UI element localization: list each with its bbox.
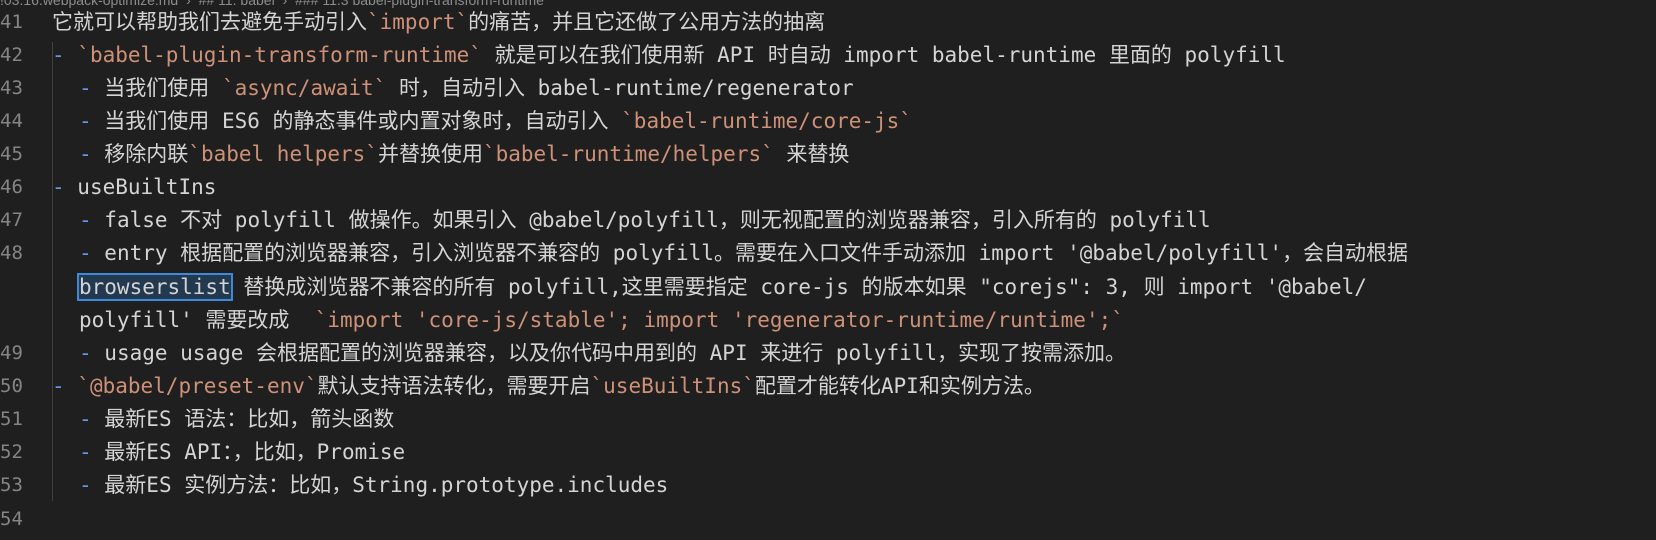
line-text: - 当我们使用 `async/await` 时，自动引入 babel-runti… [79,72,854,105]
line-number: 53 [0,474,23,496]
line-number: 44 [0,110,23,132]
editor-line[interactable]: 49 - usage usage 会根据配置的浏览器兼容，以及你代码中用到的 AP… [0,337,1656,370]
list-bullet: - [79,76,105,100]
inline-code: `babel-runtime/helpers` [482,142,774,166]
inline-code: `@babel/preset-env` [77,374,318,398]
line-text: - entry 根据配置的浏览器兼容，引入浏览器不兼容的 polyfill。需要… [79,237,1408,270]
text-segment: 就是可以在我们使用新 API 时自动 import babel-runtime … [481,43,1286,67]
text-segment: useBuiltIns [77,175,217,199]
line-text: - 当我们使用 ES6 的静态事件或内置对象时，自动引入 `babel-runt… [79,105,912,138]
line-text: - `babel-plugin-transform-runtime` 就是可以在… [52,39,1286,72]
inline-code: `useBuiltIns` [590,374,755,398]
editor-line[interactable]: browserslist 替换成浏览器不兼容的所有 polyfill,这里需要指… [0,271,1656,304]
text-segment: 时，自动引入 babel-runtime/regenerator [386,76,854,100]
line-text: - useBuiltIns [52,171,216,204]
inline-code: `import` [367,10,469,34]
editor-line[interactable]: 47 - false 不对 polyfill 做操作。如果引入 @babel/po… [0,204,1656,237]
text-segment: 最新ES API：，比如，Promise [104,440,406,464]
text-segment: 并替换使用 [377,142,483,166]
list-bullet: - [52,43,78,67]
text-segment: 它就可以帮助我们去避免手动引入 [52,10,367,34]
indent-guide [52,205,53,403]
text-segment: usage usage 会根据配置的浏览器兼容，以及你代码中用到的 API 来进… [104,341,1127,365]
editor-line[interactable]: polyfill' 需要改成 `import 'core-js/stable';… [0,304,1656,337]
line-number: 47 [0,209,23,231]
indent-guide [52,402,53,501]
inline-code: `babel-runtime/core-js` [621,109,912,133]
text-segment: 的痛苦，并且它还做了公用方法的抽离 [468,10,826,34]
line-number: 54 [0,508,23,530]
list-bullet: - [79,241,105,265]
inline-code: `import 'core-js/stable'; import 'regene… [314,308,1124,332]
line-number: 52 [0,441,23,463]
line-text: - 最新ES 实例方法：比如，String.prototype.includes [79,469,668,502]
list-bullet: - [52,374,78,398]
line-number: 50 [0,375,23,397]
line-number: 41 [0,11,23,33]
text-segment: 来替换 [773,142,850,166]
selected-text: browserslist [77,273,233,301]
editor-line[interactable]: 50 - `@babel/preset-env`默认支持语法转化，需要开启`use… [0,370,1656,403]
list-bullet: - [79,208,105,232]
line-number: 49 [0,342,23,364]
text-segment: 配置才能转化API和实例方法。 [754,374,1045,398]
editor-line[interactable]: 43 - 当我们使用 `async/await` 时，自动引入 babel-run… [0,72,1656,105]
line-text: - 最新ES API：，比如，Promise [79,436,405,469]
list-bullet: - [79,473,105,497]
markdown-editor[interactable]: !03.16.webpack-optimize.md › ## 11. babe… [0,0,1656,540]
text-segment: 当我们使用 [104,76,222,100]
text-segment: polyfill' 需要改成 [79,308,315,332]
editor-line[interactable]: 44 - 当我们使用 ES6 的静态事件或内置对象时，自动引入 `babel-ru… [0,105,1656,138]
line-text: browserslist 替换成浏览器不兼容的所有 polyfill,这里需要指… [77,271,1367,304]
text-segment: entry 根据配置的浏览器兼容，引入浏览器不兼容的 polyfill。需要在入… [104,241,1409,265]
line-text: - `@babel/preset-env`默认支持语法转化，需要开启`useBu… [52,370,1045,403]
inline-code: `async/await` [221,76,387,100]
list-bullet: - [79,440,105,464]
text-segment: false 不对 polyfill 做操作。如果引入 @babel/polyfi… [104,208,1211,232]
line-text: - 最新ES 语法：比如，箭头函数 [79,403,394,436]
line-number: 48 [0,242,23,264]
text-segment: 最新ES 实例方法：比如，String.prototype.includes [104,473,669,497]
list-bullet: - [52,175,78,199]
editor-line[interactable]: 53 - 最新ES 实例方法：比如，String.prototype.includ… [0,469,1656,502]
text-segment: 移除内联 [104,142,189,166]
editor-line[interactable]: 52 - 最新ES API：，比如，Promise [0,436,1656,469]
editor-line[interactable]: 54 [0,503,1656,536]
line-number: 45 [0,143,23,165]
editor-line[interactable]: 41 它就可以帮助我们去避免手动引入`import`的痛苦，并且它还做了公用方法的… [0,6,1656,39]
text-segment: 当我们使用 ES6 的静态事件或内置对象时，自动引入 [104,109,622,133]
line-text: polyfill' 需要改成 `import 'core-js/stable';… [79,304,1124,337]
editor-line[interactable]: 46 - useBuiltIns [0,171,1656,204]
line-text: 它就可以帮助我们去避免手动引入`import`的痛苦，并且它还做了公用方法的抽离 [52,6,825,39]
list-bullet: - [79,142,105,166]
text-segment: 替换成浏览器不兼容的所有 polyfill,这里需要指定 core-js 的版本… [230,275,1367,299]
editor-line[interactable]: 45 - 移除内联`babel helpers`并替换使用`babel-runti… [0,138,1656,171]
editor-line[interactable]: 51 - 最新ES 语法：比如，箭头函数 [0,403,1656,436]
line-number: 42 [0,44,23,66]
editor-line[interactable]: 48 - entry 根据配置的浏览器兼容，引入浏览器不兼容的 polyfill。… [0,237,1656,270]
line-number: 43 [0,77,23,99]
inline-code: `babel-plugin-transform-runtime` [77,43,482,67]
list-bullet: - [79,407,105,431]
line-number: 46 [0,176,23,198]
line-number: 51 [0,408,23,430]
editor-line[interactable]: 42 - `babel-plugin-transform-runtime` 就是可… [0,39,1656,72]
line-text: - 移除内联`babel helpers`并替换使用`babel-runtime… [79,138,849,171]
line-text: - usage usage 会根据配置的浏览器兼容，以及你代码中用到的 API … [79,337,1126,370]
line-text: - false 不对 polyfill 做操作。如果引入 @babel/poly… [79,204,1211,237]
text-segment: 默认支持语法转化，需要开启 [317,374,591,398]
list-bullet: - [79,109,105,133]
list-bullet: - [79,341,105,365]
text-segment: 最新ES 语法：比如，箭头函数 [104,407,395,431]
inline-code: `babel helpers` [188,142,378,166]
